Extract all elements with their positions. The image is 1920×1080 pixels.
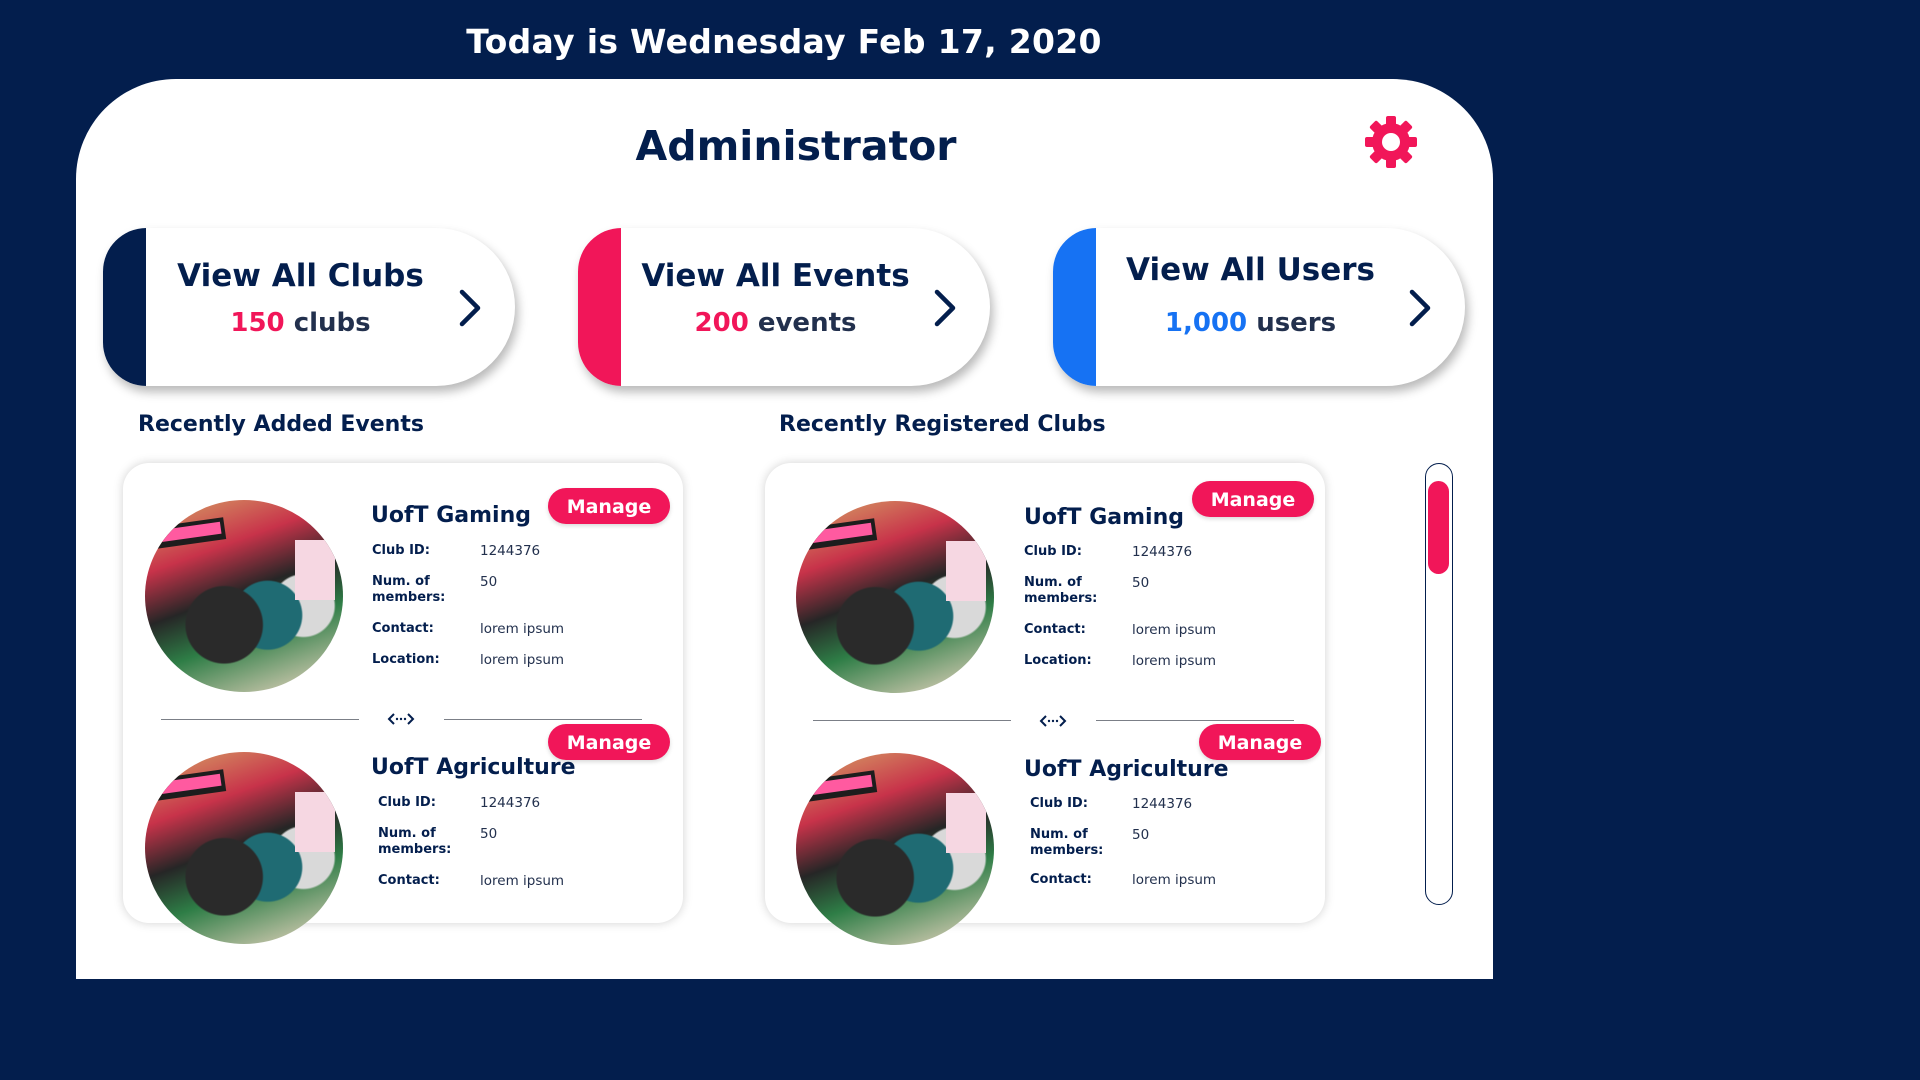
members-value: 50: [1132, 827, 1150, 843]
contact-label: Contact:: [372, 621, 434, 636]
contact-label: Contact:: [1024, 622, 1086, 637]
events-list: UofT Gaming Manage Club ID: 1244376 Num.…: [123, 463, 683, 944]
club-name: UofT Agriculture: [371, 755, 576, 780]
manage-button[interactable]: Manage: [1192, 481, 1314, 517]
club-id-value: 1244376: [1132, 544, 1193, 560]
recent-events-title: Recently Added Events: [138, 412, 424, 437]
card-label: View All Clubs: [177, 258, 424, 294]
scrollbar-thumb[interactable]: [1428, 481, 1449, 574]
members-label: Num. of members:: [378, 826, 452, 857]
chevron-right-icon[interactable]: [1407, 288, 1433, 328]
club-name: UofT Gaming: [371, 503, 531, 528]
card-label: View All Users: [1126, 252, 1375, 288]
page-title: Administrator: [635, 122, 957, 170]
contact-value: lorem ipsum: [480, 873, 565, 889]
contact-value: lorem ipsum: [1132, 872, 1217, 888]
contact-label: Contact:: [378, 873, 440, 888]
count-unit: users: [1247, 308, 1337, 338]
location-label: Location:: [1024, 653, 1092, 668]
count-number: 1,000: [1164, 308, 1248, 338]
view-all-clubs-card[interactable]: View All Clubs 150 clubs: [103, 228, 515, 386]
club-id-value: 1244376: [480, 543, 541, 559]
contact-value: lorem ipsum: [480, 621, 565, 637]
card-count: 200 events: [621, 308, 930, 338]
club-avatar: [145, 752, 343, 944]
accent-bar: [578, 228, 621, 386]
card-count: 1,000 users: [1096, 308, 1405, 338]
members-label: Num. of members:: [1030, 827, 1104, 858]
manage-button[interactable]: Manage: [548, 724, 670, 760]
club-id-label: Club ID:: [378, 795, 436, 810]
view-all-users-card[interactable]: View All Users 1,000 users: [1053, 228, 1465, 386]
contact-value: lorem ipsum: [1132, 622, 1217, 638]
clubs-list: UofT Gaming Manage Club ID: 1244376 Num.…: [765, 463, 1325, 945]
location-label: Location:: [372, 652, 440, 667]
recent-clubs-title: Recently Registered Clubs: [779, 412, 1106, 437]
card-label: View All Events: [641, 258, 910, 294]
list-item: UofT Agriculture Manage Club ID: 1244376…: [123, 715, 683, 945]
club-id-label: Club ID:: [1030, 796, 1088, 811]
members-value: 50: [480, 826, 498, 842]
count-unit: clubs: [284, 308, 371, 338]
card-count: 150 clubs: [146, 308, 455, 338]
members-value: 50: [480, 574, 498, 590]
count-unit: events: [748, 308, 857, 338]
club-avatar: [145, 500, 343, 692]
gear-icon[interactable]: [1364, 115, 1418, 169]
members-label: Num. of members:: [372, 574, 446, 605]
view-all-events-card[interactable]: View All Events 200 events: [578, 228, 990, 386]
club-name: UofT Gaming: [1024, 505, 1184, 530]
members-value: 50: [1132, 575, 1150, 591]
club-name: UofT Agriculture: [1024, 757, 1229, 782]
manage-button[interactable]: Manage: [548, 488, 670, 524]
chevron-right-icon[interactable]: [932, 288, 958, 328]
count-number: 200: [694, 308, 749, 338]
contact-label: Contact:: [1030, 872, 1092, 887]
club-avatar: [796, 753, 994, 945]
date-heading: Today is Wednesday Feb 17, 2020: [466, 22, 1102, 61]
list-item: UofT Gaming Manage Club ID: 1244376 Num.…: [765, 463, 1325, 693]
club-id-label: Club ID:: [372, 543, 430, 558]
list-item: UofT Agriculture Manage Club ID: 1244376…: [765, 715, 1325, 945]
club-id-label: Club ID:: [1024, 544, 1082, 559]
accent-bar: [103, 228, 146, 386]
location-value: lorem ipsum: [480, 652, 565, 668]
club-id-value: 1244376: [1132, 796, 1193, 812]
chevron-right-icon[interactable]: [457, 288, 483, 328]
list-item: UofT Gaming Manage Club ID: 1244376 Num.…: [123, 463, 683, 693]
count-number: 150: [230, 308, 285, 338]
members-label: Num. of members:: [1024, 575, 1098, 606]
location-value: lorem ipsum: [1132, 653, 1217, 669]
accent-bar: [1053, 228, 1096, 386]
manage-button[interactable]: Manage: [1199, 724, 1321, 760]
club-id-value: 1244376: [480, 795, 541, 811]
club-avatar: [796, 501, 994, 693]
